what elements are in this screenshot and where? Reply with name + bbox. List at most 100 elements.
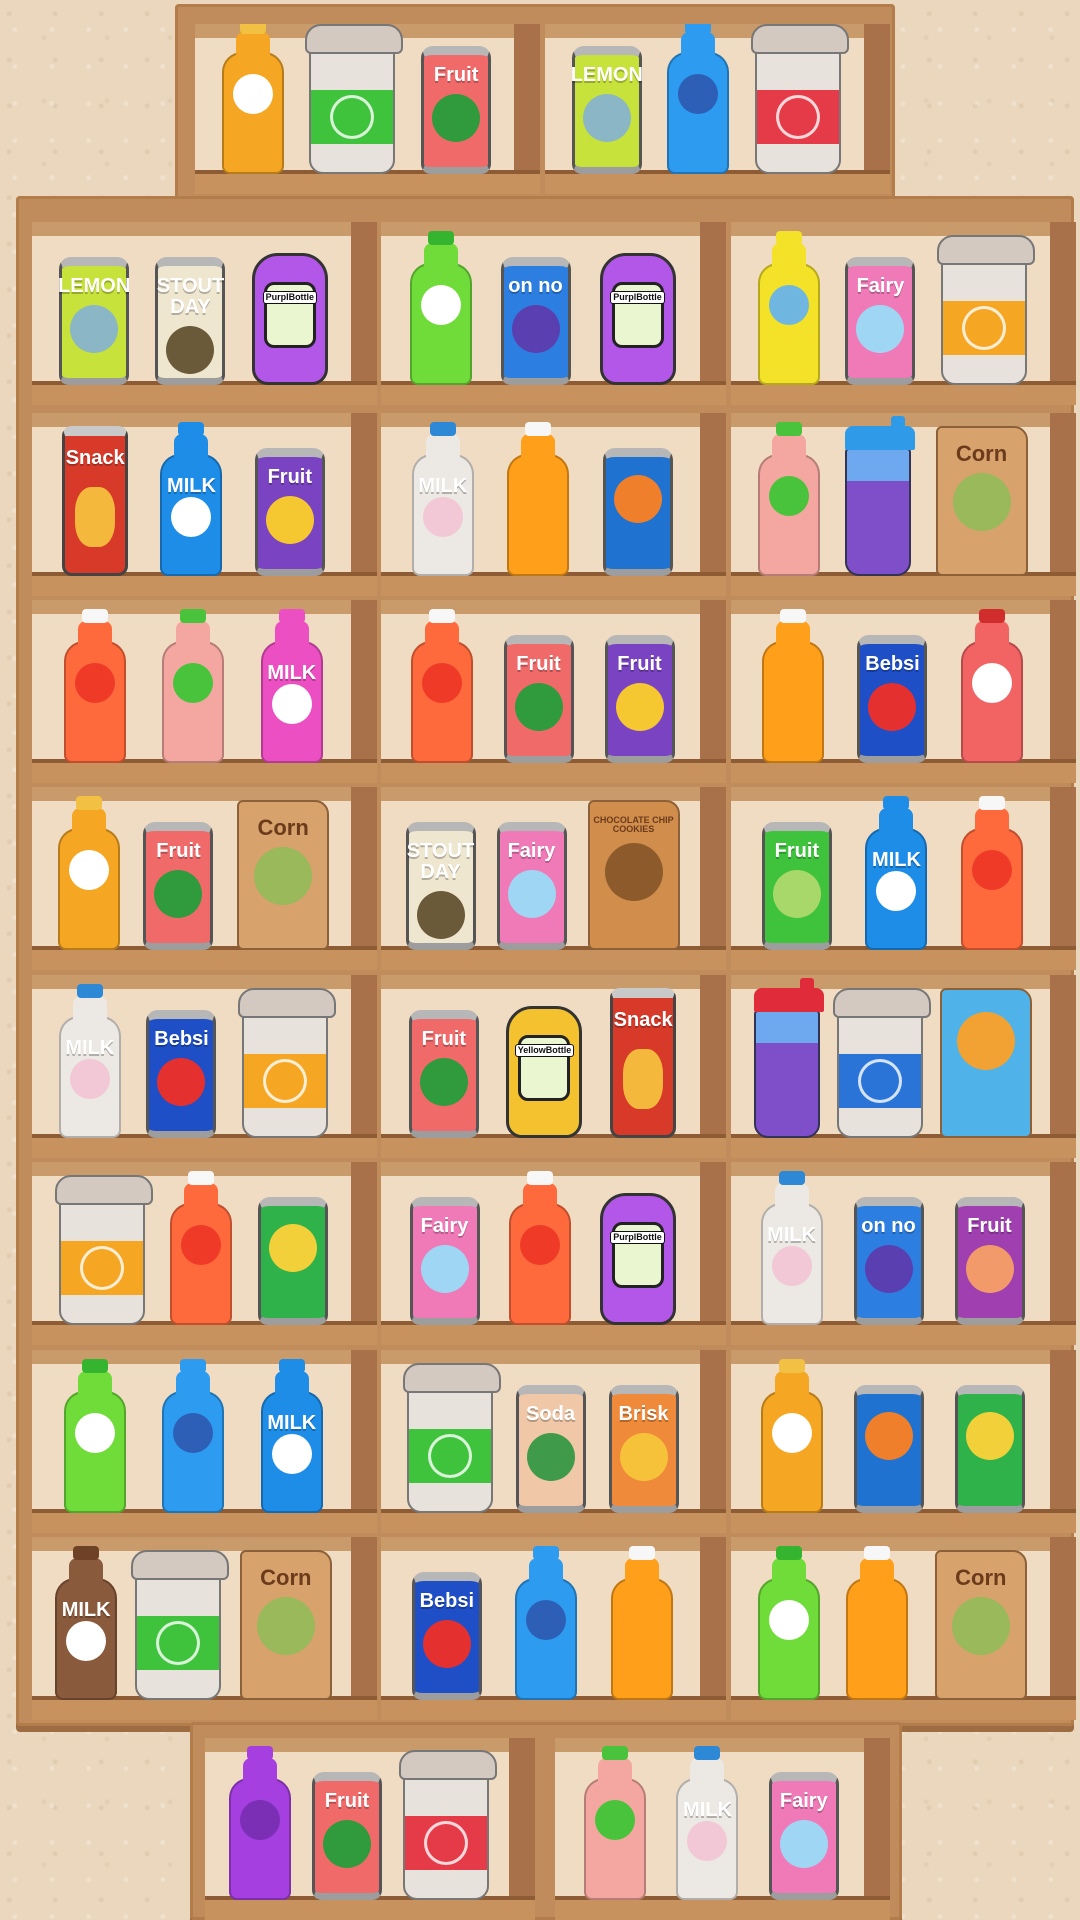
bottle-item[interactable]	[229, 1746, 292, 1900]
jug-bottle-item[interactable]: PurplBottle	[599, 253, 676, 385]
can-item[interactable]: Brisk	[608, 1385, 679, 1513]
bottle-item[interactable]: MILK	[55, 1546, 118, 1700]
can-item[interactable]	[603, 448, 674, 576]
can-item[interactable]: Bebsi	[146, 1010, 217, 1138]
can-item[interactable]: on no	[500, 257, 571, 385]
shelf-slot[interactable]: Fruit Fruit	[381, 600, 726, 783]
shelf-slot[interactable]: STOUT DAY Fairy CHOCOLATE CHIP COOKIES	[381, 787, 726, 970]
shelf-slot[interactable]: MILK	[381, 413, 726, 596]
shelf-slot[interactable]: Corn	[731, 413, 1076, 596]
shelf-slot[interactable]: MILK Fairy	[555, 1738, 890, 1920]
shelf-slot[interactable]: on no PurplBottle	[381, 222, 726, 405]
bottle-item[interactable]: MILK	[160, 422, 223, 576]
shelf-slot[interactable]	[32, 1162, 377, 1345]
can-item[interactable]	[954, 1385, 1025, 1513]
bottle-item[interactable]	[584, 1746, 647, 1900]
can-item[interactable]: Fruit	[143, 822, 214, 950]
bottle-item[interactable]	[611, 1546, 674, 1700]
can-item[interactable]: Soda	[515, 1385, 586, 1513]
snack-bag-item[interactable]: Corn	[239, 1550, 332, 1700]
can-item[interactable]: LEMON	[58, 257, 130, 385]
can-item[interactable]: Fruit	[421, 46, 492, 174]
can-item[interactable]: Fruit	[408, 1010, 479, 1138]
can-item[interactable]: Fruit	[311, 1772, 382, 1900]
shelf-slot[interactable]: Fairy	[731, 222, 1076, 405]
bottle-item[interactable]	[409, 231, 472, 385]
can-item[interactable]: Fairy	[845, 257, 916, 385]
jug-bottle-item[interactable]: PurplBottle	[251, 253, 328, 385]
can-item[interactable]: on no	[853, 1197, 924, 1325]
can-item[interactable]: LEMON	[571, 46, 643, 174]
bottle-item[interactable]	[961, 796, 1024, 950]
shelf-slot[interactable]: Fruit YellowBottle Snack	[381, 975, 726, 1158]
bottle-item[interactable]	[515, 1546, 578, 1700]
bottle-item[interactable]	[757, 231, 820, 385]
bottle-item[interactable]	[508, 1171, 571, 1325]
bottle-item[interactable]	[162, 1359, 225, 1513]
bottle-item[interactable]: MILK	[411, 422, 474, 576]
bottle-item[interactable]: MILK	[260, 1359, 323, 1513]
shelf-slot[interactable]: LEMON STOUT DAY PurplBottle	[32, 222, 377, 405]
shaker-cup-item[interactable]	[844, 416, 915, 576]
shelf-slot[interactable]: Soda Brisk	[381, 1350, 726, 1533]
bottle-item[interactable]	[64, 609, 127, 763]
bottle-item[interactable]	[57, 796, 120, 950]
can-item[interactable]: Fairy	[496, 822, 567, 950]
snack-bag-item[interactable]	[939, 988, 1032, 1138]
can-item[interactable]: Fairy	[409, 1197, 480, 1325]
can-item[interactable]: Fruit	[503, 635, 574, 763]
coffee-cup-item[interactable]	[238, 988, 337, 1138]
snack-bag-item[interactable]: CHOCOLATE CHIP COOKIES	[587, 800, 680, 950]
coffee-cup-item[interactable]	[398, 1750, 497, 1900]
jug-bottle-item[interactable]: YellowBottle	[506, 1006, 583, 1138]
shelf-slot[interactable]: MILK on no Fruit	[731, 1162, 1076, 1345]
can-item[interactable]	[258, 1197, 329, 1325]
shelf-slot[interactable]: MILK	[32, 600, 377, 783]
chip-tube-item[interactable]: Snack	[610, 988, 677, 1138]
coffee-cup-item[interactable]	[305, 24, 404, 174]
bottle-item[interactable]: MILK	[760, 1171, 823, 1325]
shelf-slot[interactable]: Bebsi	[381, 1537, 726, 1720]
shelf-slot[interactable]: Fairy PurplBottle	[381, 1162, 726, 1345]
bottle-item[interactable]	[667, 24, 730, 174]
bottle-item[interactable]	[761, 609, 824, 763]
shelf-slot[interactable]: Fruit	[195, 24, 540, 194]
can-item[interactable]: Bebsi	[857, 635, 928, 763]
can-item[interactable]: Fruit	[761, 822, 832, 950]
bottle-item[interactable]	[410, 609, 473, 763]
coffee-cup-item[interactable]	[131, 1550, 230, 1700]
shaker-cup-item[interactable]	[753, 978, 824, 1138]
can-item[interactable]: Bebsi	[411, 1572, 482, 1700]
bottle-item[interactable]	[760, 1359, 823, 1513]
bottle-item[interactable]	[507, 422, 570, 576]
bottle-item[interactable]	[846, 1546, 909, 1700]
bottle-item[interactable]	[961, 609, 1024, 763]
coffee-cup-item[interactable]	[832, 988, 931, 1138]
shelf-slot[interactable]: Fruit	[205, 1738, 535, 1920]
bottle-item[interactable]: MILK	[58, 984, 121, 1138]
bottle-item[interactable]	[757, 422, 820, 576]
jug-bottle-item[interactable]: PurplBottle	[599, 1193, 676, 1325]
bottle-item[interactable]: MILK	[260, 609, 323, 763]
shelf-slot[interactable]: Corn	[731, 1537, 1076, 1720]
shelf-slot[interactable]: LEMON	[545, 24, 890, 194]
shelf-slot[interactable]: MILK Corn	[32, 1537, 377, 1720]
can-item[interactable]: Fairy	[768, 1772, 839, 1900]
coffee-cup-item[interactable]	[937, 235, 1036, 385]
bottle-item[interactable]	[758, 1546, 821, 1700]
bottle-item[interactable]: MILK	[676, 1746, 739, 1900]
can-item[interactable]: STOUT DAY	[155, 257, 226, 385]
shelf-slot[interactable]: MILK	[32, 1350, 377, 1533]
coffee-cup-item[interactable]	[402, 1363, 501, 1513]
can-item[interactable]: Fruit	[604, 635, 675, 763]
bottle-item[interactable]	[221, 24, 284, 174]
can-item[interactable]: Fruit	[954, 1197, 1025, 1325]
can-item[interactable]	[853, 1385, 924, 1513]
bottle-item[interactable]	[162, 609, 225, 763]
snack-bag-item[interactable]: Corn	[935, 426, 1028, 576]
bottle-item[interactable]	[64, 1359, 127, 1513]
chip-tube-item[interactable]: Snack	[62, 426, 129, 576]
shelf-slot[interactable]	[731, 1350, 1076, 1533]
snack-bag-item[interactable]: Corn	[237, 800, 330, 950]
shelf-slot[interactable]: Bebsi	[731, 600, 1076, 783]
